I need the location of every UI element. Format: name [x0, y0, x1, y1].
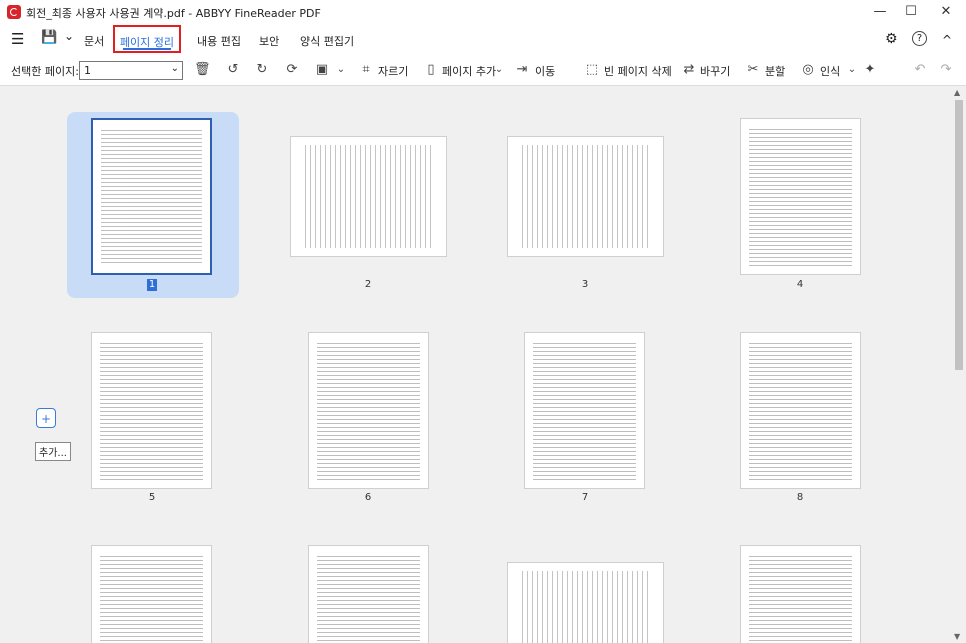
scroll-up-arrow-icon[interactable]: ▲	[954, 88, 960, 97]
page-text-lines	[101, 130, 202, 265]
save-dropdown-chevron-icon[interactable]: ⌄	[64, 29, 74, 43]
page-thumbnail[interactable]	[91, 118, 212, 275]
page-thumbnails-area: 1 2 3 4 5 6 7 8 + 추가...	[0, 86, 952, 643]
page-number: 7	[581, 492, 589, 503]
insert-page-add-icon[interactable]: +	[36, 408, 56, 428]
recognize-icon[interactable]: ◎	[800, 62, 816, 78]
page-number: 5	[148, 492, 156, 503]
redo-icon[interactable]: ↷	[938, 62, 954, 78]
recognize-button[interactable]: 인식	[820, 63, 840, 79]
move-page-icon[interactable]: ⇥	[514, 62, 530, 78]
page-text-lines	[522, 145, 649, 248]
page-text-lines	[749, 129, 852, 266]
magic-wand-icon[interactable]: ✦	[862, 62, 878, 78]
delete-blank-pages-button[interactable]: 빈 페이지 삭제	[604, 63, 672, 79]
add-page-button[interactable]: 페이지 추가	[442, 63, 496, 79]
selected-pages-select[interactable]: 1 ⌄	[79, 61, 183, 80]
maximize-button[interactable]: ☐	[897, 2, 925, 22]
page-thumbnail[interactable]	[524, 332, 645, 489]
page-thumbnail[interactable]	[507, 136, 664, 257]
page-thumbnail[interactable]	[740, 545, 861, 643]
page-organize-toolbar: 선택한 페이지: 1 ⌄ 🗑 ↺ ↻ ⟳ ▣ ⌄ ⌗ 자르기 ▯ 페이지 추가 …	[0, 56, 966, 86]
hamburger-menu-icon[interactable]: ☰	[11, 30, 24, 48]
window-title: 회전_최종 사용자 사용권 계약.pdf - ABBYY FineReader …	[26, 7, 321, 20]
page-text-lines	[522, 571, 649, 643]
menu-form-editor[interactable]: 양식 편집기	[300, 33, 354, 49]
selected-pages-label: 선택한 페이지:	[11, 65, 79, 78]
delete-page-trash-icon[interactable]: 🗑	[194, 62, 211, 78]
page-text-lines	[100, 556, 203, 643]
page-thumbnail[interactable]	[290, 136, 447, 257]
page-text-lines	[749, 556, 852, 643]
scrollbar-thumb[interactable]	[955, 100, 963, 370]
rotate-left-icon[interactable]: ↺	[225, 62, 241, 78]
chevron-down-icon: ⌄	[170, 63, 179, 74]
recognize-chevron-icon[interactable]: ⌄	[844, 62, 860, 78]
page-thumbnail[interactable]	[740, 118, 861, 275]
help-icon[interactable]: ?	[912, 31, 927, 46]
page-thumbnail[interactable]	[91, 545, 212, 643]
crop-button[interactable]: 자르기	[378, 63, 408, 79]
add-page-icon[interactable]: ▯	[423, 62, 439, 78]
undo-icon[interactable]: ↶	[912, 62, 928, 78]
page-number: 2	[364, 279, 372, 290]
page-number: 4	[796, 279, 804, 290]
page-thumbnail[interactable]	[91, 332, 212, 489]
page-number: 3	[581, 279, 589, 290]
crop-icon[interactable]: ⌗	[358, 62, 374, 78]
add-page-chevron-icon[interactable]: ⌄	[491, 62, 507, 78]
close-button[interactable]: ✕	[932, 2, 960, 22]
move-button[interactable]: 이동	[535, 63, 555, 79]
page-text-lines	[100, 343, 203, 480]
page-text-lines	[317, 556, 420, 643]
replace-page-icon[interactable]: ⇄	[681, 62, 697, 78]
page-thumbnail[interactable]	[740, 332, 861, 489]
auto-rotate-icon[interactable]: ⟳	[284, 62, 300, 78]
page-properties-chevron-icon[interactable]: ⌄	[333, 62, 349, 78]
settings-gear-icon[interactable]: ⚙	[885, 31, 898, 47]
minimize-button[interactable]: —	[866, 2, 894, 22]
page-number: 6	[364, 492, 372, 503]
page-thumbnail[interactable]	[507, 562, 664, 643]
page-text-lines	[533, 343, 636, 480]
menu-security[interactable]: 보안	[259, 33, 279, 49]
vertical-scrollbar[interactable]: ▲ ▼	[952, 86, 966, 643]
add-tooltip: 추가...	[35, 442, 71, 461]
split-button[interactable]: 분할	[765, 63, 785, 79]
page-text-lines	[749, 343, 852, 480]
menu-edit-content[interactable]: 내용 편집	[197, 33, 241, 49]
delete-blank-page-icon[interactable]: ⬚	[584, 62, 600, 78]
scroll-down-arrow-icon[interactable]: ▼	[954, 632, 960, 641]
menu-bar: ☰ 💾 ⌄ 문서 페이지 정리 내용 편집 보안 양식 편집기 ⚙ ? ^	[0, 24, 966, 56]
rotate-right-icon[interactable]: ↻	[254, 62, 270, 78]
menu-document[interactable]: 문서	[84, 33, 104, 49]
page-text-lines	[317, 343, 420, 480]
page-number: 8	[796, 492, 804, 503]
page-properties-icon[interactable]: ▣	[314, 62, 330, 78]
replace-button[interactable]: 바꾸기	[700, 63, 730, 79]
page-number: 1	[147, 279, 157, 291]
page-thumbnail[interactable]	[308, 545, 429, 643]
menu-page-organize[interactable]: 페이지 정리	[113, 25, 181, 53]
selected-pages-value: 1	[84, 64, 91, 77]
page-text-lines	[305, 145, 432, 248]
page-thumbnail[interactable]	[308, 332, 429, 489]
save-icon[interactable]: 💾	[41, 30, 57, 45]
title-bar: 회전_최종 사용자 사용권 계약.pdf - ABBYY FineReader …	[0, 0, 966, 24]
active-tab-indicator	[123, 48, 171, 50]
split-scissors-icon[interactable]: ✂	[745, 62, 761, 78]
collapse-ribbon-icon[interactable]: ^	[942, 33, 952, 47]
finereader-app-icon	[7, 5, 21, 19]
